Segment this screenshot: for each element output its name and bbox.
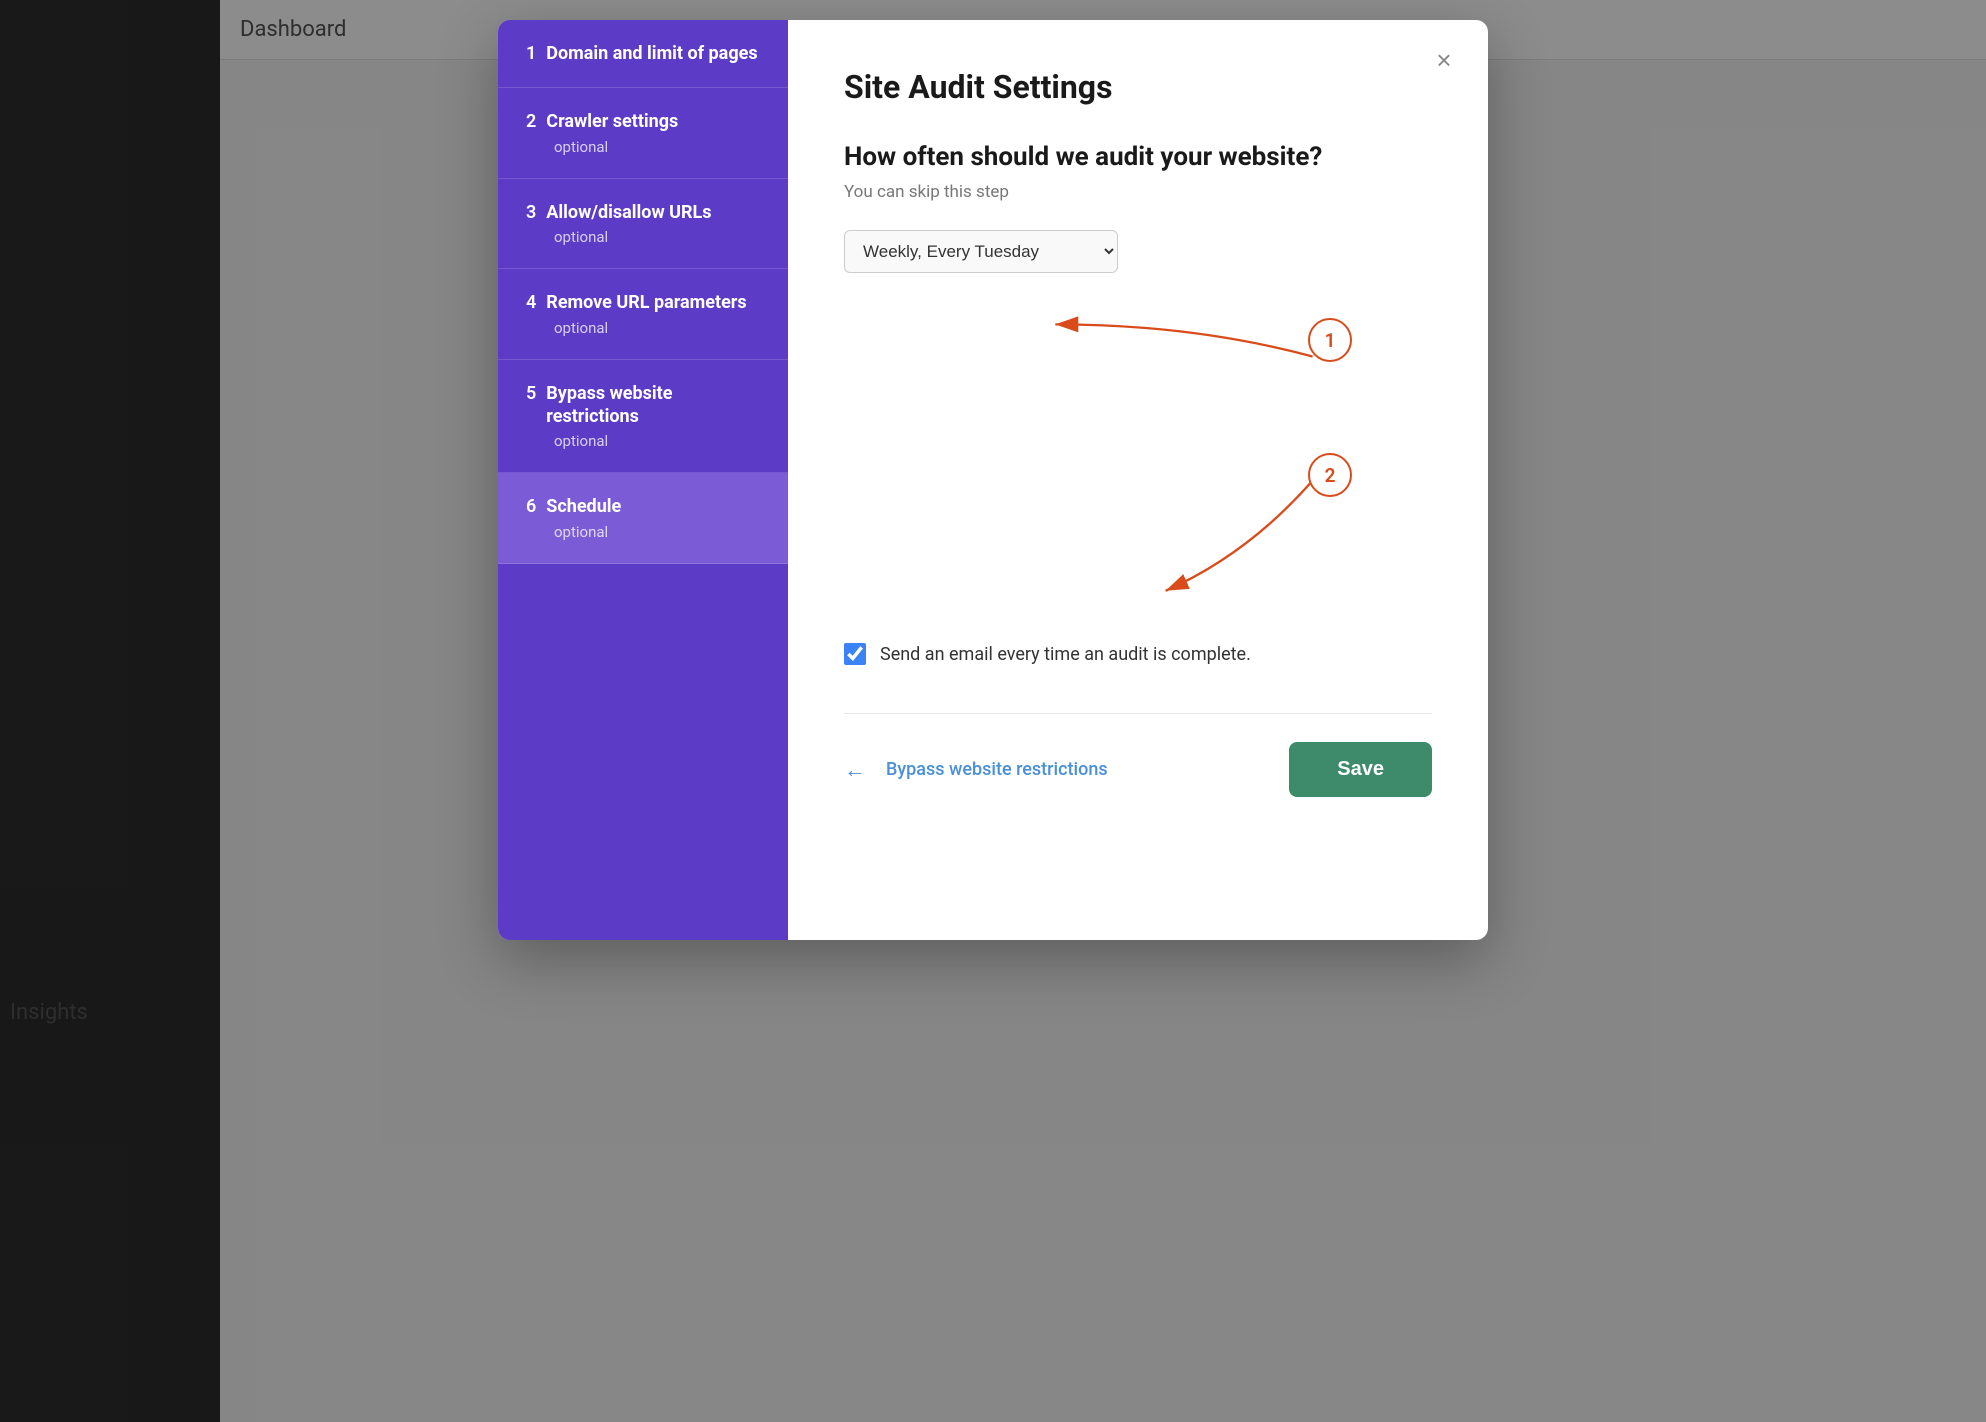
schedule-select[interactable]: Weekly, Every TuesdayDailyWeekly, Every … <box>844 230 1118 273</box>
section-subtitle: You can skip this step <box>844 182 1432 202</box>
nav-subtitle-6: optional <box>554 523 760 541</box>
nav-number-6: 6 <box>526 495 536 518</box>
nav-item-3[interactable]: 3 Allow/disallow URLs optional <box>498 179 788 269</box>
section-heading: How often should we audit your website? <box>844 142 1432 172</box>
annotation-area: 1 2 <box>844 283 1432 623</box>
modal-title: Site Audit Settings <box>844 68 1432 106</box>
email-checkbox[interactable] <box>844 643 866 665</box>
nav-item-5[interactable]: 5 Bypass website restrictions optional <box>498 360 788 474</box>
nav-number-5: 5 <box>526 382 536 405</box>
nav-subtitle-2: optional <box>554 138 760 156</box>
back-link[interactable]: Bypass website restrictions <box>886 759 1108 780</box>
nav-title-1: Domain and limit of pages <box>546 42 757 65</box>
nav-number-2: 2 <box>526 110 536 133</box>
nav-number-4: 4 <box>526 291 536 314</box>
nav-subtitle-3: optional <box>554 228 760 246</box>
nav-number-1: 1 <box>526 42 536 65</box>
nav-item-4[interactable]: 4 Remove URL parameters optional <box>498 269 788 359</box>
modal-dialog: 1 Domain and limit of pages 2 Crawler se… <box>498 20 1488 940</box>
nav-title-2: Crawler settings <box>546 110 678 133</box>
nav-title-5: Bypass website restrictions <box>546 382 760 429</box>
modal-overlay: 1 Domain and limit of pages 2 Crawler se… <box>0 0 1986 1422</box>
back-link-label: Bypass website restrictions <box>886 759 1108 780</box>
email-checkbox-label[interactable]: Send an email every time an audit is com… <box>880 644 1251 665</box>
back-arrow-icon: ← <box>844 757 866 783</box>
modal-content: × Site Audit Settings How often should w… <box>788 20 1488 940</box>
nav-item-2[interactable]: 2 Crawler settings optional <box>498 88 788 178</box>
nav-number-3: 3 <box>526 201 536 224</box>
save-button[interactable]: Save <box>1289 742 1432 797</box>
annotation-circle-1: 1 <box>1308 318 1352 362</box>
email-notification-row: Send an email every time an audit is com… <box>844 643 1432 665</box>
close-button[interactable]: × <box>1428 44 1460 76</box>
modal-footer: ← Bypass website restrictions Save <box>844 713 1432 797</box>
nav-subtitle-4: optional <box>554 319 760 337</box>
annotation-circle-2: 2 <box>1308 453 1352 497</box>
nav-item-6[interactable]: 6 Schedule optional <box>498 473 788 563</box>
nav-title-6: Schedule <box>546 495 621 518</box>
nav-subtitle-5: optional <box>554 432 760 450</box>
nav-title-4: Remove URL parameters <box>546 291 746 314</box>
modal-nav: 1 Domain and limit of pages 2 Crawler se… <box>498 20 788 940</box>
nav-item-1[interactable]: 1 Domain and limit of pages <box>498 20 788 88</box>
nav-title-3: Allow/disallow URLs <box>546 201 711 224</box>
